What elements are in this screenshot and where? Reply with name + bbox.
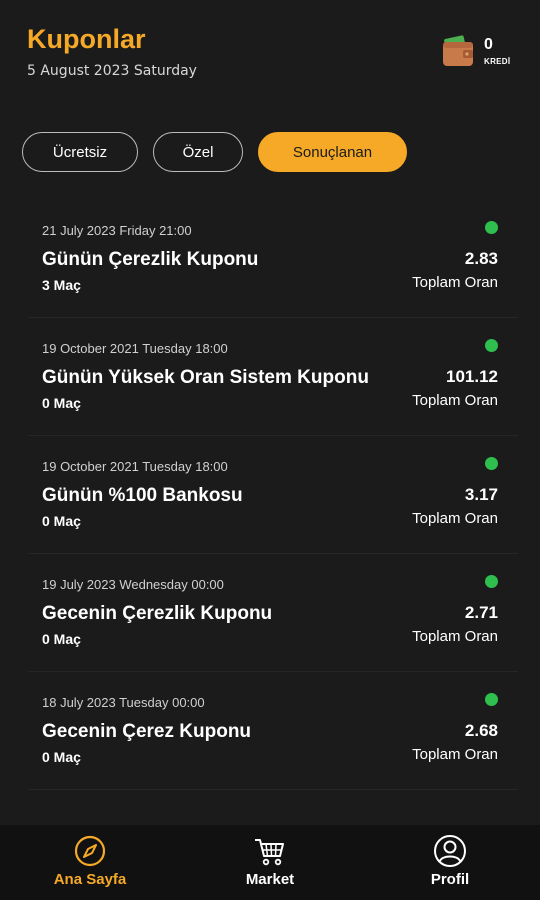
current-date: 5 August 2023 Saturday xyxy=(27,63,197,79)
coupon-name: Günün Yüksek Oran Sistem Kuponu xyxy=(42,367,369,388)
coupon-odds: 2.71 xyxy=(464,603,498,622)
nav-label-market: Market xyxy=(245,871,295,888)
coupon-list: 21 July 2023 Friday 21:00 Günün Çerezlik… xyxy=(0,200,540,790)
coupon-odds-label: Toplam Oran xyxy=(412,628,498,645)
coupon-match-count: 0 Maç xyxy=(42,749,81,765)
tab-ucretsiz[interactable]: Ücretsiz xyxy=(22,132,138,172)
status-dot xyxy=(485,457,498,470)
coupon-odds: 2.68 xyxy=(464,721,498,740)
coupon-odds-label: Toplam Oran xyxy=(412,510,498,527)
nav-label-home: Ana Sayfa xyxy=(53,871,127,888)
user-icon xyxy=(433,834,467,868)
status-dot xyxy=(485,693,498,706)
coupon-match-count: 0 Maç xyxy=(42,513,81,529)
cart-icon xyxy=(253,834,287,868)
coupon-tabs: Ücretsiz Özel Sonuçlanan xyxy=(0,132,540,174)
coupon-odds-label: Toplam Oran xyxy=(412,746,498,763)
coupon-odds: 101.12 xyxy=(446,367,498,386)
coupon-match-count: 0 Maç xyxy=(42,395,81,411)
credit-label: KREDİ xyxy=(484,57,511,66)
compass-icon xyxy=(73,834,107,868)
coupon-card[interactable]: 18 July 2023 Tuesday 00:00 Gecenin Çerez… xyxy=(28,672,518,790)
nav-item-home[interactable]: Ana Sayfa xyxy=(20,825,160,900)
tab-sonuclanan[interactable]: Sonuçlanan xyxy=(258,132,407,172)
page-title: Kuponlar xyxy=(27,24,146,54)
coupon-odds-label: Toplam Oran xyxy=(412,392,498,409)
header: Kuponlar 5 August 2023 Saturday 0 KREDİ xyxy=(0,0,540,110)
status-dot xyxy=(485,575,498,588)
coupon-name: Günün Çerezlik Kuponu xyxy=(42,249,259,270)
nav-label-profile: Profil xyxy=(430,871,470,888)
coupon-match-count: 0 Maç xyxy=(42,631,81,647)
coupon-date: 19 July 2023 Wednesday 00:00 xyxy=(42,577,224,592)
coupon-name: Günün %100 Bankosu xyxy=(42,485,243,506)
coupon-odds: 2.83 xyxy=(464,249,498,268)
coupon-odds-label: Toplam Oran xyxy=(412,274,498,291)
coupon-odds: 3.17 xyxy=(464,485,498,504)
coupon-card[interactable]: 21 July 2023 Friday 21:00 Günün Çerezlik… xyxy=(28,200,518,318)
coupon-card[interactable]: 19 October 2021 Tuesday 18:00 Günün %100… xyxy=(28,436,518,554)
status-dot xyxy=(485,339,498,352)
coupon-card[interactable]: 19 October 2021 Tuesday 18:00 Günün Yüks… xyxy=(28,318,518,436)
tab-ozel[interactable]: Özel xyxy=(153,132,243,172)
coupon-match-count: 3 Maç xyxy=(42,277,81,293)
wallet-icon[interactable] xyxy=(441,34,475,68)
coupon-name: Gecenin Çerezlik Kuponu xyxy=(42,603,273,624)
status-dot xyxy=(485,221,498,234)
nav-item-profile[interactable]: Profil xyxy=(380,825,520,900)
coupon-date: 18 July 2023 Tuesday 00:00 xyxy=(42,695,205,710)
bottom-navigation: Ana Sayfa Market Profil xyxy=(0,825,540,900)
coupon-card[interactable]: 19 July 2023 Wednesday 00:00 Gecenin Çer… xyxy=(28,554,518,672)
coupon-date: 21 July 2023 Friday 21:00 xyxy=(42,223,192,238)
nav-item-market[interactable]: Market xyxy=(200,825,340,900)
coupon-date: 19 October 2021 Tuesday 18:00 xyxy=(42,459,228,474)
credit-count: 0 xyxy=(484,36,493,53)
coupon-date: 19 October 2021 Tuesday 18:00 xyxy=(42,341,228,356)
coupon-name: Gecenin Çerez Kuponu xyxy=(42,721,252,742)
